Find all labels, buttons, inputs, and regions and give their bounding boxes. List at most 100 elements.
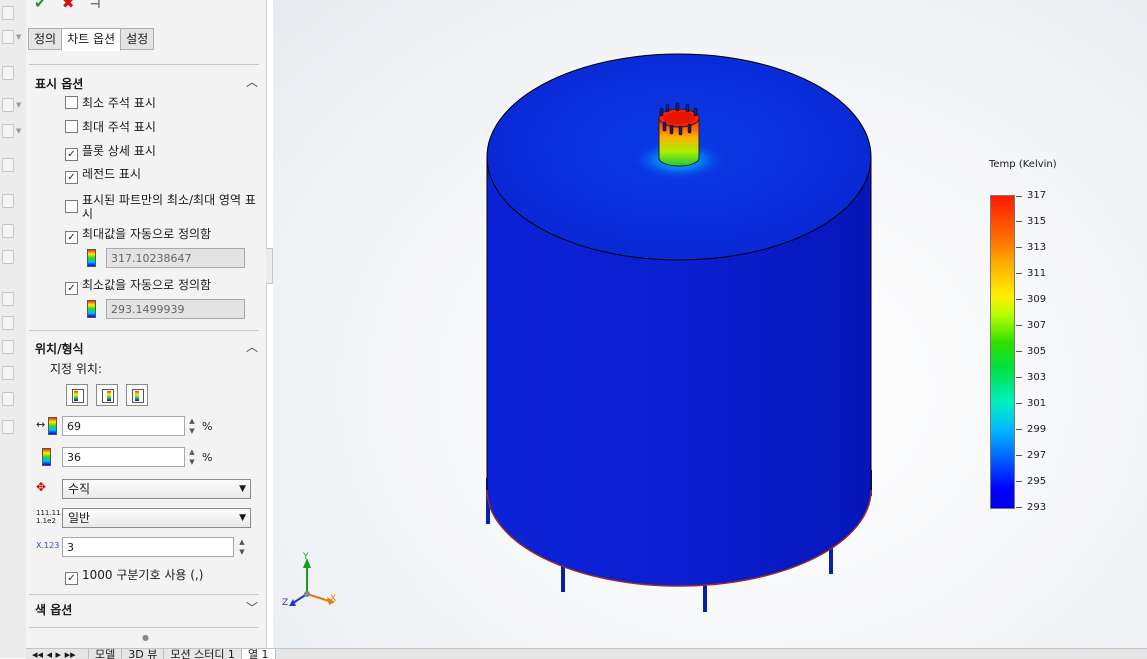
legend-tick-mark [1016,403,1022,404]
legend-tick-label: 315 [1027,216,1047,227]
checkbox-label: 최대값을 자동으로 정의함 [82,227,212,241]
percent-unit: % [202,451,213,464]
legend-position-left-button[interactable] [66,384,88,406]
checkbox-show-legend[interactable]: ✓ 레전드 표시 [65,167,141,184]
checkbox-auto-min[interactable]: ✓ 최소값을 자동으로 정의함 [65,278,211,295]
legend-tick-mark [1016,351,1022,352]
legend-tick-label: 295 [1027,476,1047,487]
checkbox-label: 최소값을 자동으로 정의함 [82,278,212,292]
y-position-spinner[interactable]: ▲ ▼ [187,447,197,467]
ghost-icon [2,250,14,264]
chevron-down-icon[interactable]: ﹀ [246,599,258,616]
ghost-icon [2,124,14,138]
max-value-icon [87,249,96,267]
check-icon[interactable]: ✔ [34,0,47,12]
ghost-icon [2,340,14,354]
number-format-select[interactable]: 일반 ▼ [62,508,251,528]
pin-icon[interactable]: ⊣ [90,0,101,11]
ghost-icon [2,158,14,172]
checkbox-label: 최소 주석 표시 [82,96,156,110]
checkbox-auto-max[interactable]: ✓ 최대값을 자동으로 정의함 [65,227,211,244]
display-options-header[interactable]: 표시 옵션 [35,75,83,92]
max-value-field[interactable]: 317.10238647 [106,248,245,268]
min-value-field[interactable]: 293.1499939 [106,299,245,319]
panel-splitter[interactable] [266,248,273,284]
checkbox[interactable] [65,200,78,213]
legend-tick-mark [1016,377,1022,378]
legend-title: Temp (Kelvin) [989,159,1057,170]
orientation-select[interactable]: 수직 ▼ [62,479,251,499]
legend-tick-label: 293 [1027,502,1047,513]
close-icon[interactable]: ✖ [62,0,75,12]
checkbox-checked[interactable]: ✓ [65,572,78,585]
legend-tick-mark [1016,455,1022,456]
bottom-tab-bar: ◂◂ ◂ ▸ ▸▸ 모델 3D 뷰 모션 스터디 1열 1 [26,648,1147,659]
legend-position-right-button[interactable] [96,384,118,406]
tab-definition[interactable]: 정의 [28,28,63,50]
legend-position-center-button[interactable] [126,384,148,406]
legend-tick-mark [1016,429,1022,430]
ghost-icon [2,366,14,380]
checkbox-checked[interactable]: ✓ [65,171,78,184]
number-format-icon: 111.11 1.1e2 [36,509,61,525]
min-value-icon [87,300,96,318]
position-format-header[interactable]: 위치/형식 [35,340,84,357]
legend-tick-label: 311 [1027,268,1047,279]
axis-triad [289,558,335,606]
decimal-places-input[interactable]: 3 [62,537,234,557]
decimal-places-spinner[interactable]: ▲ ▼ [237,537,247,557]
tab-chart-options[interactable]: 차트 옵션 [61,28,122,51]
chevron-up-icon[interactable]: ︿ [246,338,258,355]
tab-settings[interactable]: 설정 [120,28,155,50]
predefined-position-label: 지정 위치: [50,362,103,376]
checkbox[interactable] [65,120,78,133]
checkbox-label: 레전드 표시 [82,167,142,181]
panel-resize-grip-icon[interactable]: ● [142,633,149,642]
x-position-input[interactable]: 69 [62,416,185,436]
divider [29,64,259,65]
checkbox-min-annotation[interactable]: 최소 주석 표시 [65,96,156,110]
legend-tick-label: 307 [1027,320,1047,331]
triad-z-label: Z [282,598,289,608]
checkbox-checked[interactable]: ✓ [65,231,78,244]
ghost-icon [2,420,14,434]
checkbox-checked[interactable]: ✓ [65,148,78,161]
checkbox-thousands-separator[interactable]: ✓ 1000 구분기호 사용 (,) [65,568,203,585]
checkbox-max-annotation[interactable]: 최대 주석 표시 [65,120,156,134]
y-position-input[interactable]: 36 [62,447,185,467]
legend-tick-label: 299 [1027,424,1047,435]
chevron-up-icon[interactable]: ︿ [246,73,258,90]
divider [29,627,259,628]
checkbox-plot-details[interactable]: ✓ 플롯 상세 표시 [65,144,156,161]
decimal-places-icon: X.123 [36,541,60,550]
legend-tick-label: 303 [1027,372,1047,383]
ghost-icon [2,392,14,406]
triad-y-label: Y [303,552,309,562]
ghost-icon [2,6,14,20]
panel-toolbar: ✔ ✖ ⊣ [34,0,111,12]
divider [29,330,259,331]
orientation-value: 수직 [68,482,91,496]
color-options-header[interactable]: 색 옵션 [35,601,72,618]
triad-x-label: X [330,594,337,604]
ghost-icon [2,66,14,80]
checkbox-label: 표시된 파트만의 최소/최대 영역 표시 [82,193,256,221]
checkbox-checked[interactable]: ✓ [65,282,78,295]
chart-options-panel: ✔ ✖ ⊣ 정의 차트 옵션 설정 표시 옵션 ︿ 최소 주석 표시 최대 주석 표… [26,0,267,658]
percent-unit: % [202,420,213,433]
legend-tick-mark [1016,273,1022,274]
legend-tick-mark [1016,196,1022,197]
chevron-down-icon: ▼ [239,484,246,494]
graphics-viewport[interactable]: Y X Z [273,0,1147,648]
feature-manager-strip: ▼ ▼ ▼ [0,0,27,658]
divider [29,594,259,595]
legend-color-bar [990,195,1015,509]
checkbox[interactable] [65,96,78,109]
ghost-icon [2,224,14,238]
number-format-icon-top: 111.11 [36,509,61,517]
chevron-down-icon: ▼ [239,513,246,523]
checkbox-shown-parts-only[interactable]: 표시된 파트만의 최소/최대 영역 표시 [65,193,265,221]
legend-tick-mark [1016,507,1022,508]
legend-tick-mark [1016,247,1022,248]
x-position-spinner[interactable]: ▲ ▼ [187,416,197,436]
